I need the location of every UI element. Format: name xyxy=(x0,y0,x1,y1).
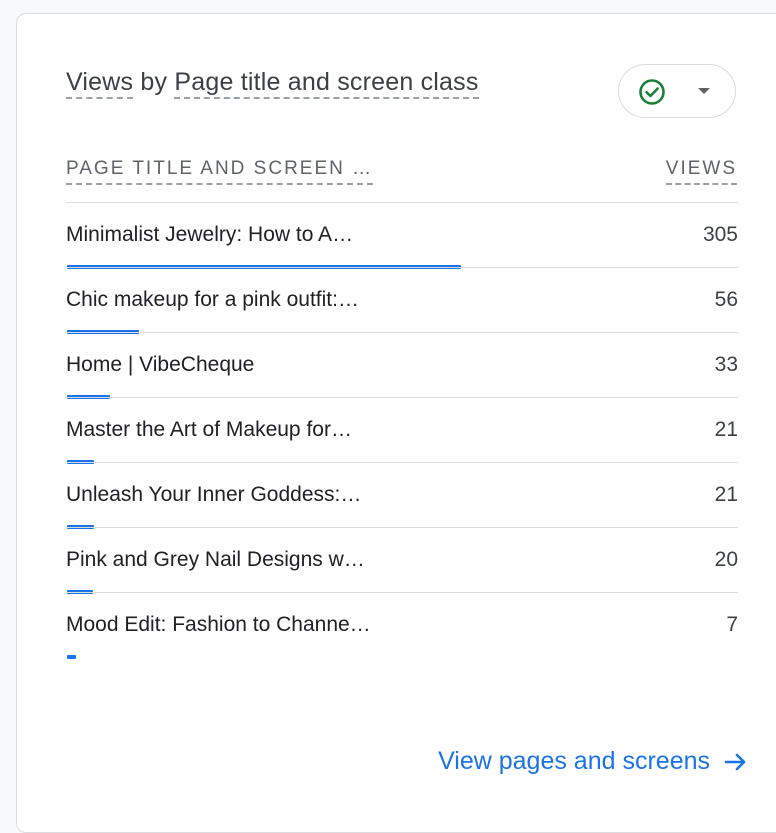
table-row: Unleash Your Inner Goddess:… 21 xyxy=(66,462,738,529)
row-page-title[interactable]: Master the Art of Makeup for… xyxy=(66,418,352,442)
view-pages-and-screens-link[interactable]: View pages and screens xyxy=(438,747,748,776)
column-header-page-title[interactable]: PAGE TITLE AND SCREEN … xyxy=(66,158,374,185)
check-circle-icon xyxy=(639,79,665,105)
row-page-title[interactable]: Home | VibeCheque xyxy=(66,353,254,377)
column-header-views[interactable]: VIEWS xyxy=(665,158,737,185)
row-views-value: 56 xyxy=(714,288,738,311)
table-row: Chic makeup for a pink outfit:… 56 xyxy=(66,267,738,334)
title-by-text: by xyxy=(133,68,175,96)
metric-label[interactable]: Views xyxy=(66,68,134,99)
comparison-status-dropdown[interactable] xyxy=(618,64,736,118)
table-body: Minimalist Jewelry: How to A… 305 Chic m… xyxy=(66,202,738,659)
table-row: Master the Art of Makeup for… 21 xyxy=(66,397,738,464)
row-views-value: 305 xyxy=(702,223,738,246)
row-views-value: 7 xyxy=(726,613,738,636)
row-views-value: 21 xyxy=(714,418,738,441)
row-page-title[interactable]: Chic makeup for a pink outfit:… xyxy=(66,288,359,312)
dimension-label[interactable]: Page title and screen class xyxy=(174,68,479,99)
table-row: Home | VibeCheque 33 xyxy=(66,332,738,399)
row-page-title[interactable]: Pink and Grey Nail Designs w… xyxy=(66,548,365,572)
table-row: Minimalist Jewelry: How to A… 305 xyxy=(66,202,738,269)
row-views-bar xyxy=(67,655,76,659)
table-row: Pink and Grey Nail Designs w… 20 xyxy=(66,527,738,594)
caret-down-icon xyxy=(698,88,710,94)
row-page-title[interactable]: Unleash Your Inner Goddess:… xyxy=(66,483,361,507)
card-title: Views by Page title and screen class xyxy=(66,68,479,99)
arrow-right-icon xyxy=(724,753,746,770)
row-views-value: 20 xyxy=(714,548,738,571)
footer-link-label: View pages and screens xyxy=(438,747,710,775)
table-row: Mood Edit: Fashion to Channe… 7 xyxy=(66,592,738,659)
row-views-value: 21 xyxy=(714,483,738,506)
row-page-title[interactable]: Mood Edit: Fashion to Channe… xyxy=(66,613,371,637)
row-page-title[interactable]: Minimalist Jewelry: How to A… xyxy=(66,223,353,247)
row-views-value: 33 xyxy=(714,353,738,376)
